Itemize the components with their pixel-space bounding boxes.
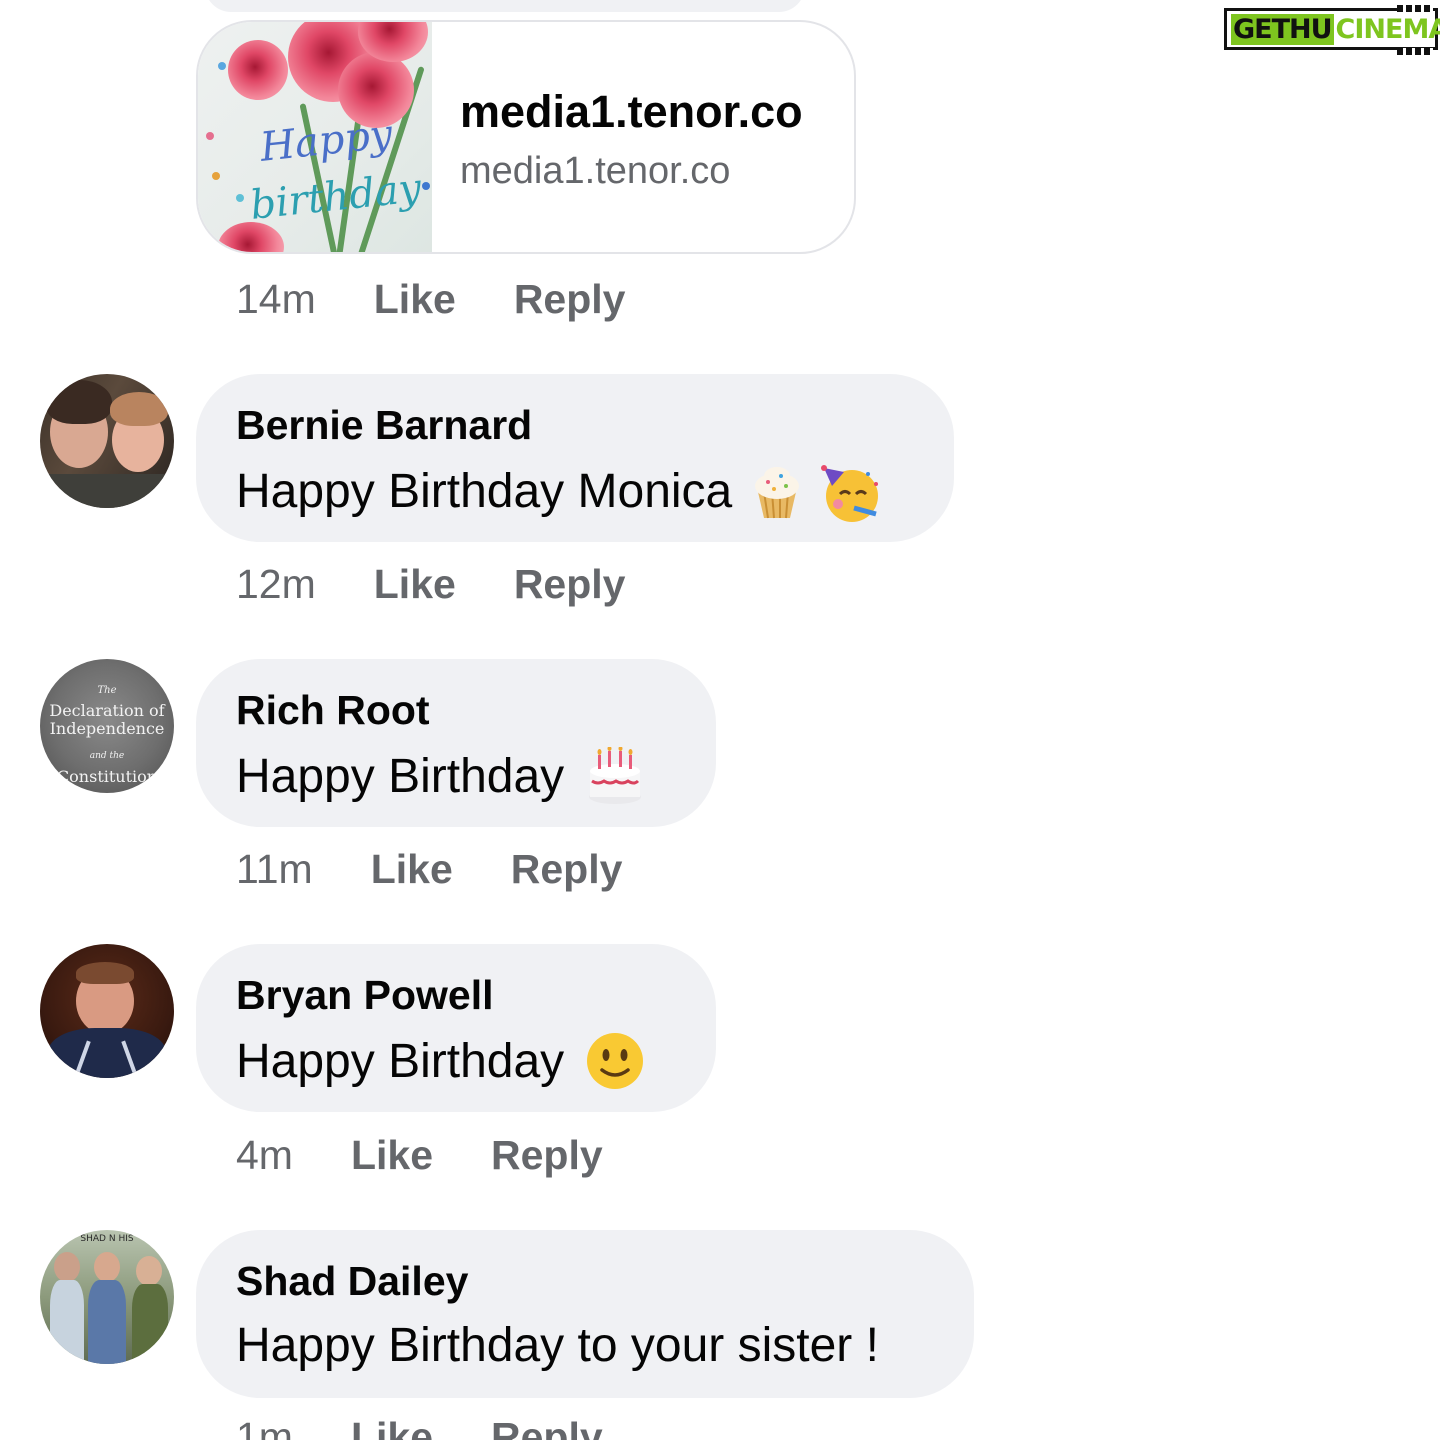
comment-text: Happy Birthday [236, 1032, 644, 1090]
avatar-caption: SHAD N HIS [80, 1234, 134, 1244]
reply-button[interactable]: Reply [511, 846, 623, 893]
thumbnail-caption-1: Happy [257, 111, 395, 171]
film-strip-icon [1397, 5, 1433, 12]
comment-bubble[interactable]: Rich Root Happy Birthday [196, 659, 716, 827]
comment-author[interactable]: Shad Dailey [236, 1258, 468, 1305]
reply-button[interactable]: Reply [514, 561, 626, 608]
comment-actions: 11m Like Reply [236, 844, 622, 894]
like-button[interactable]: Like [374, 561, 456, 608]
comment-bubble[interactable]: Shad Dailey Happy Birthday to your siste… [196, 1230, 974, 1398]
comment-body: Happy Birthday Monica [236, 464, 733, 518]
comment-text: Happy Birthday to your sister ! [236, 1318, 879, 1373]
comment-body: Happy Birthday [236, 749, 565, 803]
comment-timestamp: 14m [236, 275, 316, 322]
birthday-cake-icon [586, 746, 644, 805]
like-button[interactable]: Like [351, 1132, 433, 1179]
avatar-caption: The [97, 685, 117, 696]
avatar[interactable] [40, 944, 174, 1078]
comment-body: Happy Birthday to your sister ! [236, 1319, 879, 1372]
avatar-caption: Independence [49, 719, 165, 738]
avatar-caption: Constitution [56, 767, 158, 786]
comment-bubble[interactable]: Bernie Barnard Happy Birthday Monica [196, 374, 954, 542]
comment-actions: 14m Like Reply [236, 274, 625, 324]
slightly-smiling-face-icon [586, 1032, 644, 1090]
avatar-caption: and the [89, 751, 125, 761]
reply-button[interactable]: Reply [491, 1414, 603, 1440]
link-preview-card[interactable]: Happy birthday media1.tenor.co media1.te… [196, 20, 856, 254]
comment-body: Happy Birthday [236, 1034, 565, 1088]
avatar[interactable]: SHAD N HIS [40, 1230, 174, 1364]
comment-actions: 1m Like Reply [236, 1412, 603, 1440]
comment-text: Happy Birthday [236, 746, 644, 805]
avatar[interactable] [40, 374, 174, 508]
avatar[interactable]: The Declaration of Independence and the … [40, 659, 174, 793]
reply-button[interactable]: Reply [514, 276, 626, 323]
previous-comment-bubble [205, 0, 805, 12]
comment-author[interactable]: Bryan Powell [236, 972, 493, 1019]
thumbnail-caption-2: birthday [248, 165, 424, 229]
like-button[interactable]: Like [371, 846, 453, 893]
like-button[interactable]: Like [374, 276, 456, 323]
like-button[interactable]: Like [351, 1414, 433, 1440]
comment-author[interactable]: Bernie Barnard [236, 402, 532, 449]
comment-timestamp: 12m [236, 560, 316, 607]
watermark-text: GETHU [1231, 13, 1334, 45]
comment-timestamp: 4m [236, 1131, 293, 1178]
watermark-logo: GETHU CINEMA [1224, 5, 1440, 55]
avatar-caption: Declaration of [49, 701, 165, 720]
watermark-text: CINEMA [1335, 13, 1440, 45]
comment-timestamp: 11m [236, 845, 313, 892]
comment-text: Happy Birthday Monica [236, 462, 879, 522]
comment-bubble[interactable]: Bryan Powell Happy Birthday [196, 944, 716, 1112]
comment-actions: 4m Like Reply [236, 1130, 603, 1180]
link-title[interactable]: media1.tenor.co [460, 86, 803, 138]
reply-button[interactable]: Reply [491, 1132, 603, 1179]
link-domain: media1.tenor.co [460, 150, 731, 192]
partying-face-icon [820, 462, 879, 522]
cupcake-icon [748, 462, 806, 520]
comment-actions: 12m Like Reply [236, 559, 625, 609]
link-thumbnail: Happy birthday [198, 22, 432, 252]
film-strip-icon [1397, 48, 1433, 55]
comment-author[interactable]: Rich Root [236, 687, 430, 734]
comment-timestamp: 1m [236, 1413, 293, 1440]
